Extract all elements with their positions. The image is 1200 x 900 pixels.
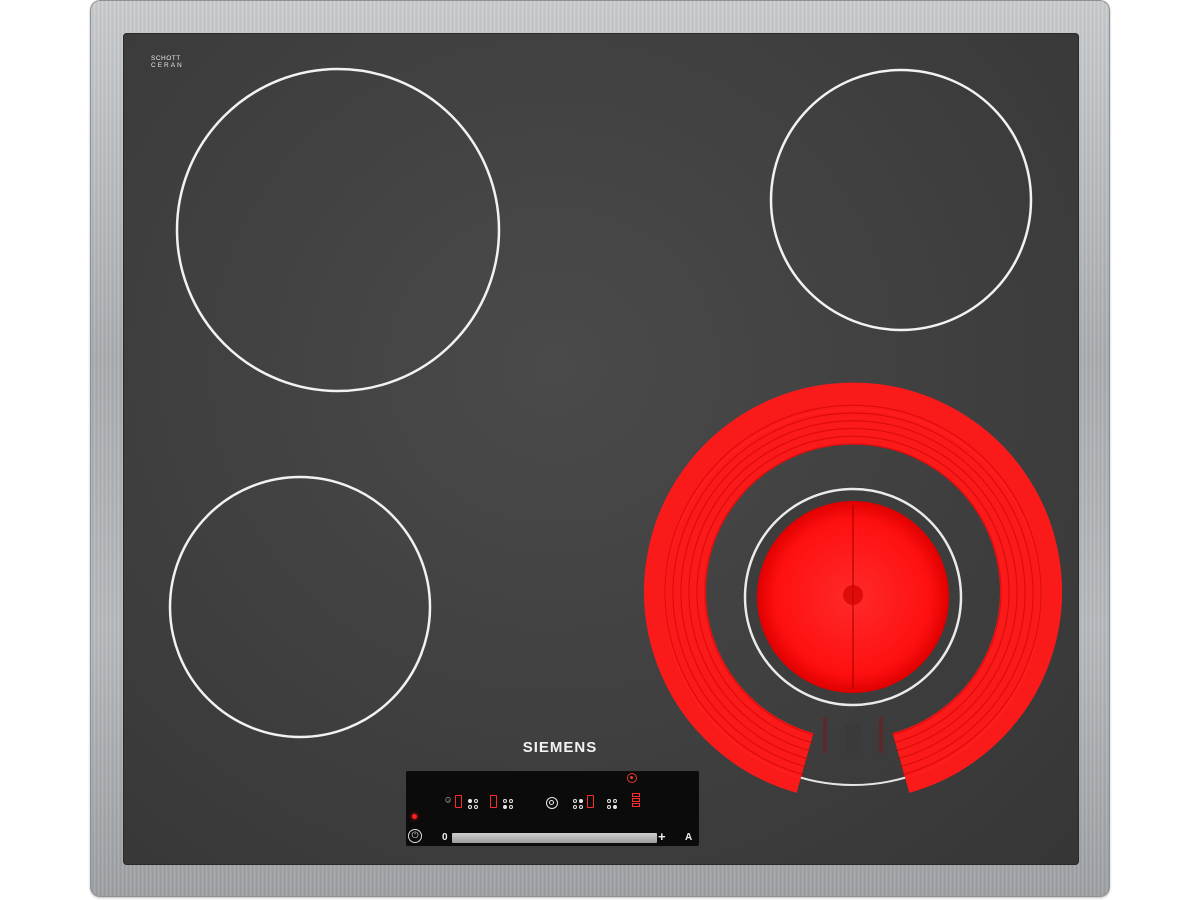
zone-select-front-left-button[interactable] — [502, 798, 513, 809]
power-indicator-light — [412, 814, 417, 819]
zone-select-rear-left-button[interactable] — [467, 798, 478, 809]
child-lock-icon[interactable] — [627, 773, 637, 783]
display-zone-1 — [455, 795, 462, 808]
zone-select-rear-right-button[interactable] — [572, 798, 583, 809]
display-zone-3 — [587, 795, 594, 808]
display-zone-4-heat-level — [632, 793, 640, 809]
slider-plus-label: + — [658, 829, 666, 844]
timer-icon[interactable]: ⏲ — [443, 795, 452, 803]
slider-min-label: 0 — [442, 832, 448, 843]
zone-front-left — [168, 475, 432, 739]
ceramic-glass-surface: SCHOTT CERAN SIEMENS ⏲ ⏻ 0 + A — [123, 33, 1079, 865]
dual-zone-button[interactable] — [546, 797, 558, 809]
heat-level-slider[interactable] — [452, 833, 657, 843]
zone-rear-right — [769, 68, 1033, 332]
auto-boil-button[interactable]: A — [685, 832, 692, 843]
display-zone-2 — [490, 795, 497, 808]
zone-select-front-right-button[interactable] — [606, 798, 617, 809]
power-button[interactable]: ⏻ — [408, 829, 422, 843]
touch-control-panel: ⏲ ⏻ 0 + A — [406, 771, 699, 846]
zone-front-right-dual — [644, 382, 1062, 793]
brand-logo: SIEMENS — [522, 739, 598, 756]
zone-rear-left — [175, 67, 501, 393]
